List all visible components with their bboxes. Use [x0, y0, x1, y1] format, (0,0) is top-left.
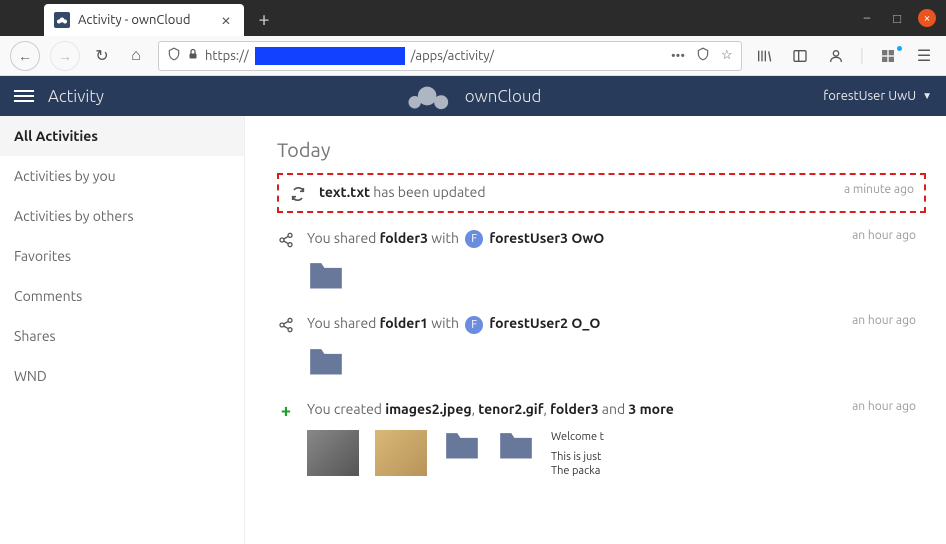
address-bar[interactable]: https:// /apps/activity/ ••• ☆: [158, 41, 742, 71]
sidebar-toggle-icon[interactable]: [788, 48, 812, 64]
browser-toolbar: ← → ↻ ⌂ https:// /apps/activity/ ••• ☆ |: [0, 36, 946, 76]
sidebar-item-all[interactable]: All Activities: [0, 116, 244, 156]
home-icon[interactable]: ⌂: [124, 46, 148, 65]
extensions-icon[interactable]: [876, 48, 900, 64]
browser-titlebar: Activity - ownCloud × + – □ ×: [0, 0, 946, 36]
sidebar: All Activities Activities by you Activit…: [0, 116, 245, 544]
reload-icon[interactable]: ↻: [90, 46, 114, 65]
bookmark-star-icon[interactable]: ☆: [721, 48, 733, 63]
chevron-down-icon: ▼: [922, 90, 932, 102]
sidebar-item-by-others[interactable]: Activities by others: [0, 196, 244, 236]
activity-time: an hour ago: [852, 229, 916, 242]
lock-icon: [187, 47, 199, 64]
sidebar-item-comments[interactable]: Comments: [0, 276, 244, 316]
activity-text: You shared folder3 with F forestUser3 Ow…: [307, 230, 604, 246]
sync-icon: [289, 185, 307, 203]
activity-time: an hour ago: [852, 400, 916, 413]
activity-text: You shared folder1 with F forestUser2 O_…: [307, 315, 600, 331]
activity-text: text.txt has been updated: [319, 184, 486, 200]
maximize-icon[interactable]: □: [888, 9, 906, 27]
more-icon[interactable]: •••: [671, 49, 685, 63]
shield-icon: [167, 47, 181, 64]
readermode-icon[interactable]: [695, 47, 711, 64]
sidebar-item-favorites[interactable]: Favorites: [0, 236, 244, 276]
cloud-favicon: [54, 12, 70, 28]
window-controls: – □ ×: [858, 9, 946, 27]
window-close-icon[interactable]: ×: [918, 9, 936, 27]
sidebar-item-shares[interactable]: Shares: [0, 316, 244, 356]
activity-text: You created images2.jpeg, tenor2.gif, fo…: [307, 401, 674, 417]
user-menu[interactable]: forestUser UwU ▼: [823, 89, 932, 103]
minimize-icon[interactable]: –: [858, 9, 876, 27]
folder-icon[interactable]: [497, 430, 535, 462]
menu-icon[interactable]: ☰: [912, 46, 936, 65]
forward-button[interactable]: →: [50, 41, 80, 71]
user-avatar: F: [465, 230, 483, 248]
image-preview[interactable]: [375, 430, 427, 476]
brand-logo[interactable]: ownCloud: [405, 82, 542, 110]
activity-time: a minute ago: [844, 183, 914, 196]
account-icon[interactable]: [824, 48, 848, 64]
day-header: Today: [277, 138, 926, 161]
close-icon[interactable]: ×: [218, 12, 234, 28]
activity-row: text.txt has been updated a minute ago: [277, 173, 926, 213]
app-name: Activity: [48, 87, 104, 106]
brand-name: ownCloud: [465, 87, 542, 106]
url-suffix: /apps/activity/: [411, 49, 494, 63]
sidebar-item-wnd[interactable]: WND: [0, 356, 244, 396]
url-redacted: [255, 47, 405, 65]
share-icon: [277, 231, 295, 249]
sidebar-item-by-you[interactable]: Activities by you: [0, 156, 244, 196]
app-header: Activity ownCloud forestUser UwU ▼: [0, 76, 946, 116]
activity-row: You shared folder1 with F forestUser2 O_…: [277, 308, 926, 383]
user-name: forestUser UwU: [823, 89, 916, 103]
activity-row: You shared folder3 with F forestUser3 Ow…: [277, 223, 926, 298]
folder-icon[interactable]: [307, 346, 345, 378]
library-icon[interactable]: [752, 48, 776, 64]
new-tab-button[interactable]: +: [250, 4, 278, 32]
activity-row: + You created images2.jpeg, tenor2.gif, …: [277, 394, 926, 485]
back-button[interactable]: ←: [10, 41, 40, 71]
activity-feed: Today text.txt has been updated a minute…: [245, 116, 946, 544]
folder-icon[interactable]: [307, 260, 345, 292]
plus-icon: +: [277, 402, 295, 420]
hamburger-icon[interactable]: [14, 90, 34, 102]
user-avatar: F: [465, 316, 483, 334]
url-prefix: https://: [205, 49, 249, 63]
folder-icon[interactable]: [443, 430, 481, 462]
activity-time: an hour ago: [852, 314, 916, 327]
image-preview[interactable]: [307, 430, 359, 476]
text-preview[interactable]: Welcome t This is just The packa: [551, 430, 604, 479]
tab-title: Activity - ownCloud: [78, 13, 210, 27]
share-icon: [277, 316, 295, 334]
browser-tab[interactable]: Activity - ownCloud ×: [44, 4, 244, 36]
